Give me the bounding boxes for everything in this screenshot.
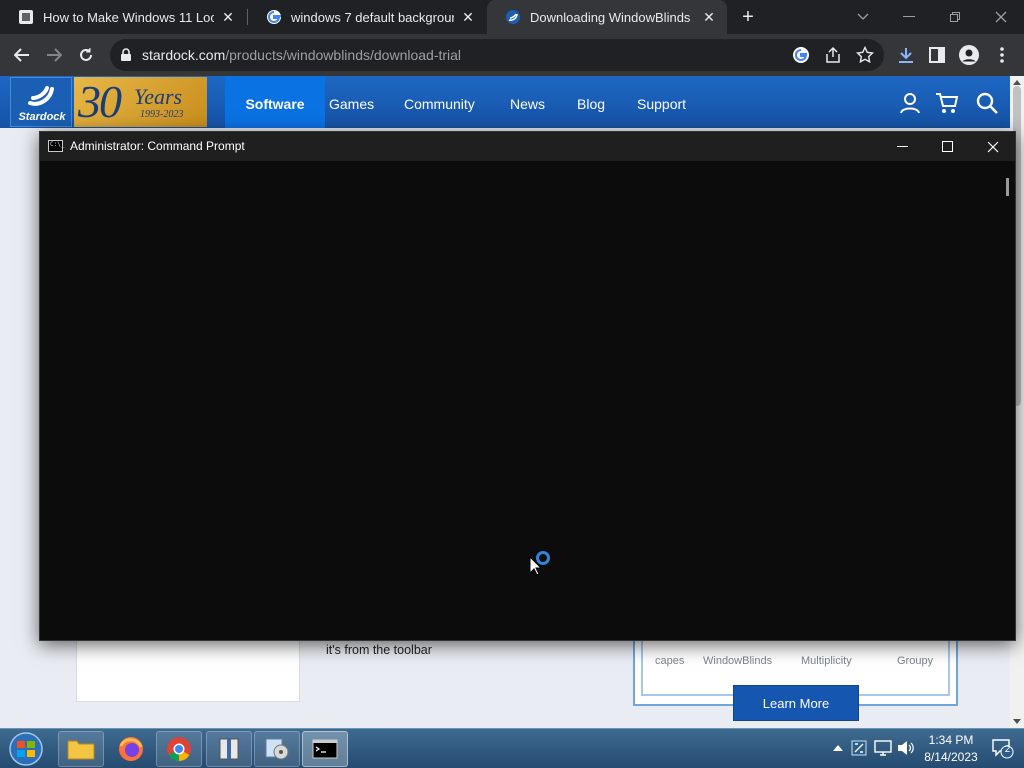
download-icon[interactable]: [895, 44, 917, 66]
anniversary-number: 30: [78, 76, 122, 127]
new-tab-button[interactable]: +: [738, 7, 758, 27]
nav-news[interactable]: News: [496, 76, 559, 128]
system-clock[interactable]: 1:34 PM 8/14/2023: [918, 732, 984, 766]
share-icon[interactable]: [824, 46, 842, 64]
show-hidden-icons-arrow-icon[interactable]: [828, 738, 848, 758]
notifications-icon[interactable]: 2: [992, 739, 1014, 759]
cart-icon[interactable]: [935, 91, 959, 115]
site-navigation-bar: Stardock 30 Years 1993-2023 Software Gam…: [0, 76, 1010, 128]
nav-games[interactable]: Games: [315, 76, 388, 128]
url-text: stardock.com/products/windowblinds/downl…: [142, 47, 461, 63]
stardock-favicon-icon: [505, 9, 521, 25]
clock-time: 1:34 PM: [928, 733, 974, 747]
clock-date: 8/14/2023: [924, 750, 978, 764]
disc-installer-icon: [265, 738, 289, 760]
book-icon: [219, 738, 239, 760]
back-arrow-icon[interactable]: [10, 43, 34, 67]
command-prompt-taskbar-button[interactable]: [302, 731, 348, 767]
promo-label: WindowBlinds: [703, 655, 773, 667]
file-explorer-taskbar-button[interactable]: [58, 731, 104, 767]
promo-label: Multiplicity: [801, 655, 852, 667]
reload-icon[interactable]: [74, 43, 98, 67]
tab-google-search[interactable]: windows 7 default background - Google Se…: [248, 0, 486, 34]
disc-app-taskbar-button[interactable]: [254, 731, 300, 767]
url-domain: stardock.com: [142, 47, 226, 63]
cmd-app-icon: C:\_: [48, 140, 65, 152]
anniversary-word: Years: [134, 84, 183, 109]
anniversary-badge: 30 Years 1993-2023: [74, 76, 207, 127]
cmd-title-bar[interactable]: C:\_ Administrator: Command Prompt: [40, 132, 1015, 161]
tab-title: windows 7 default background - Google Se…: [291, 9, 454, 25]
tab-close-icon[interactable]: ✕: [460, 9, 476, 25]
busy-spinner-icon: [536, 551, 550, 565]
promo-label: Groupy: [897, 655, 934, 667]
windows-taskbar: 1:34 PM 8/14/2023 2: [0, 728, 1024, 768]
minimize-browser-icon[interactable]: [886, 0, 932, 34]
tab-how-to-make-windows-11[interactable]: How to Make Windows 11 Look Like Windows…: [0, 0, 246, 34]
google-lens-icon[interactable]: [792, 46, 810, 64]
browser-tab-strip: How to Make Windows 11 Look Like Windows…: [0, 0, 1024, 34]
cmd-icon: [312, 739, 338, 759]
learn-more-button[interactable]: Learn More: [733, 685, 859, 721]
scroll-down-arrow-icon[interactable]: [1013, 719, 1021, 724]
nav-community[interactable]: Community: [390, 76, 489, 128]
network-icon[interactable]: [873, 738, 893, 758]
cmd-scrollbar-thumb[interactable]: [1006, 178, 1009, 196]
cmd-minimize-icon[interactable]: [879, 132, 925, 161]
tab-title: How to Make Windows 11 Look Like Windows…: [43, 9, 214, 25]
chrome-icon: [167, 737, 191, 761]
body-text: it's from the toolbar: [326, 643, 432, 657]
logo-text: Stardock: [18, 111, 66, 123]
tab-title: Downloading WindowBlinds 11 : Stardock: [530, 9, 695, 25]
side-panel-icon[interactable]: [926, 44, 948, 66]
tab-close-icon[interactable]: ✕: [701, 9, 717, 25]
browser-toolbar: stardock.com/products/windowblinds/downl…: [0, 34, 1024, 76]
nav-software[interactable]: Software: [225, 76, 325, 128]
stardock-logo[interactable]: Stardock: [10, 77, 72, 127]
nav-blog[interactable]: Blog: [563, 76, 619, 128]
lock-icon: [120, 48, 132, 62]
volume-speaker-icon[interactable]: [896, 738, 916, 758]
firefox-taskbar-button[interactable]: [108, 731, 154, 767]
promo-label: capes: [655, 655, 685, 667]
cmd-window-title: Administrator: Command Prompt: [70, 139, 245, 153]
address-bar[interactable]: stardock.com/products/windowblinds/downl…: [110, 39, 884, 71]
start-button[interactable]: [6, 730, 46, 768]
stardock-swoosh-icon: [28, 86, 54, 106]
cmd-close-icon[interactable]: [970, 132, 1016, 161]
nav-support[interactable]: Support: [623, 76, 700, 128]
command-prompt-window[interactable]: C:\_ Administrator: Command Prompt: [39, 131, 1016, 641]
forward-arrow-icon[interactable]: [42, 43, 66, 67]
cmd-maximize-icon[interactable]: [924, 132, 970, 161]
search-icon[interactable]: [975, 91, 999, 115]
anniversary-range: 1993-2023: [140, 109, 184, 120]
restore-browser-icon[interactable]: [932, 0, 978, 34]
google-favicon-icon: [266, 9, 282, 25]
scroll-up-arrow-icon[interactable]: [1013, 80, 1021, 85]
cmd-icon-glyph: C:\_: [50, 141, 65, 148]
close-browser-icon[interactable]: [978, 0, 1024, 34]
tab-downloading-windowblinds[interactable]: Downloading WindowBlinds 11 : Stardock ✕: [487, 0, 727, 34]
folder-icon: [67, 740, 95, 760]
firefox-icon: [119, 737, 143, 761]
article-favicon-icon: [18, 9, 34, 25]
windows-orb-icon: [9, 732, 43, 766]
notification-count: 2: [1004, 744, 1011, 755]
chrome-taskbar-button[interactable]: [156, 731, 202, 767]
profile-avatar-icon[interactable]: [958, 44, 980, 66]
tab-search-chevron-icon[interactable]: [840, 0, 886, 34]
book-app-taskbar-button[interactable]: [206, 731, 252, 767]
more-menu-icon[interactable]: [991, 44, 1013, 66]
action-center-flag-icon[interactable]: [849, 738, 869, 758]
account-icon[interactable]: [898, 91, 922, 115]
bookmark-star-icon[interactable]: [856, 46, 874, 64]
tab-close-icon[interactable]: ✕: [220, 9, 236, 25]
desktop-screen: How to Make Windows 11 Look Like Windows…: [0, 0, 1024, 768]
url-path: /products/windowblinds/download-trial: [225, 47, 462, 63]
